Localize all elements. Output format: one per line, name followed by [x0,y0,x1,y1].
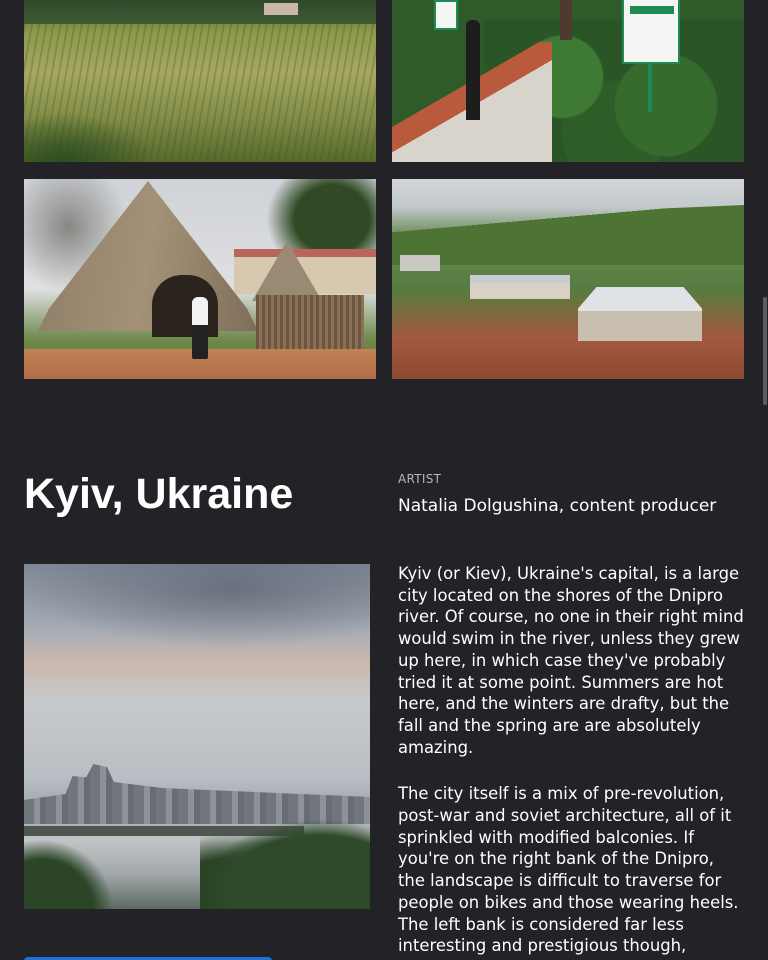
city-skyline [24,764,370,824]
tree-trunk [560,0,572,40]
description-paragraph: The city itself is a mix of pre-revoluti… [398,784,739,956]
trees-right [200,819,370,909]
bollard-light [466,20,480,120]
foreground-plant [24,112,154,162]
clouds [24,564,370,648]
section-title: Kyiv, Ukraine [24,470,294,518]
treeline [24,0,376,24]
house-right [578,287,702,341]
green-hills [392,205,744,265]
hut-doorway [152,275,218,337]
section-description: Kyiv (or Kiev), Ukraine's capital, is a … [398,563,744,957]
scrollbar-thumb[interactable] [763,297,767,405]
gallery-image-grass-field[interactable] [24,0,376,162]
parking-sign [622,0,680,112]
distant-house [400,255,440,271]
house-left [470,275,570,299]
woven-fence [256,295,364,353]
person-figure [192,297,208,359]
artist-label: ARTIST [398,472,442,486]
trees-left [24,839,114,909]
small-sign [434,0,458,30]
description-paragraph: Kyiv (or Kiev), Ukraine's capital, is a … [398,564,744,757]
kyiv-city-photo[interactable] [24,564,370,909]
gallery-image-hedges-parking[interactable] [392,0,744,162]
artist-name: Natalia Dolgushina, content producer [398,496,717,516]
gallery-image-thatched-hut[interactable] [24,179,376,379]
gallery-image-hillside-houses[interactable] [392,179,744,379]
